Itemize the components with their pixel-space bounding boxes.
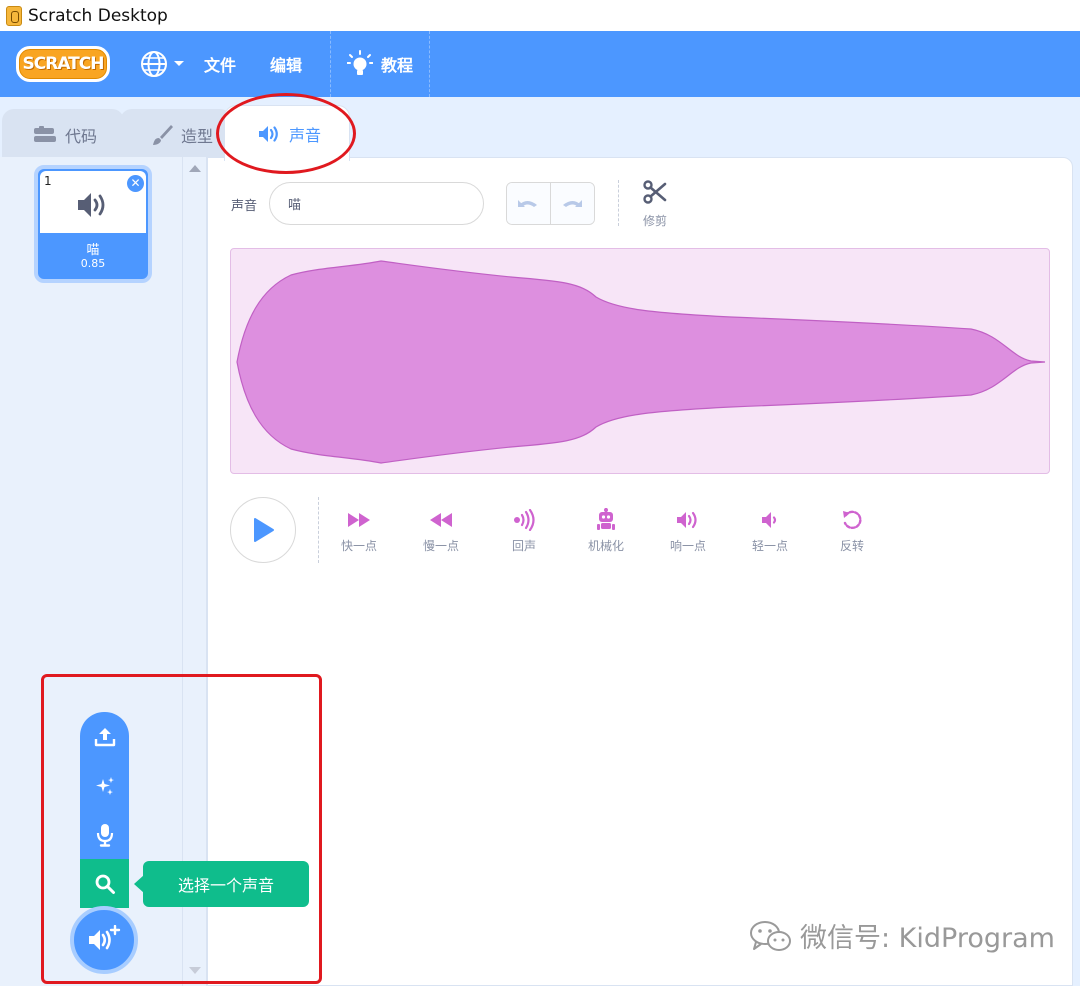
menu-tutorials-label: 教程 — [381, 56, 414, 75]
toolbar-divider — [618, 180, 619, 226]
delete-sound-button[interactable]: ✕ — [127, 175, 144, 192]
menu-bar: SCRATCH 文件 编辑 教程 — [0, 31, 1080, 97]
scroll-down-arrow[interactable] — [189, 967, 201, 974]
faster-icon — [348, 513, 370, 527]
effect-softer-button[interactable]: 轻一点 — [735, 508, 805, 554]
play-button[interactable] — [230, 497, 296, 563]
sound-tile-duration: 0.85 — [80, 257, 106, 270]
sound-waveform[interactable] — [230, 248, 1050, 474]
code-blocks-icon — [34, 125, 56, 142]
menu-divider — [429, 31, 431, 97]
lightbulb-icon — [347, 50, 374, 75]
effect-louder-label: 响一点 — [669, 539, 706, 553]
effect-robot-label: 机械化 — [587, 539, 624, 553]
chevron-down-icon — [174, 61, 184, 66]
tab-sounds[interactable]: 声音 — [224, 105, 350, 161]
menu-file[interactable]: 文件 — [204, 52, 236, 76]
upload-icon — [94, 727, 115, 746]
softer-icon — [762, 512, 777, 528]
tab-costumes-label: 造型 — [181, 126, 214, 146]
effect-echo-button[interactable]: 回声 — [489, 508, 559, 554]
effect-echo-label: 回声 — [511, 539, 536, 553]
sound-tile-thumbnail: 1 ✕ — [40, 171, 146, 233]
menu-edit[interactable]: 编辑 — [270, 52, 302, 76]
menu-tutorials[interactable]: 教程 — [331, 50, 429, 78]
tab-sounds-label: 声音 — [289, 125, 322, 145]
effect-louder-button[interactable]: 响一点 — [653, 508, 723, 554]
undo-icon — [518, 199, 538, 207]
effect-robot-button[interactable]: 机械化 — [571, 508, 641, 554]
effect-slower-label: 慢一点 — [422, 539, 459, 553]
sound-name-label: 声音 — [231, 199, 258, 214]
scissors-icon — [643, 180, 667, 204]
echo-icon — [514, 509, 535, 531]
add-sound-menu — [80, 712, 129, 908]
tab-code-label: 代码 — [65, 126, 98, 146]
undo-button[interactable] — [507, 183, 551, 224]
undo-redo-group — [506, 182, 595, 225]
wechat-icon — [750, 920, 791, 951]
wechat-watermark: 微信号: KidProgram — [748, 916, 1055, 955]
add-sound-button[interactable] — [70, 906, 138, 974]
reverse-icon — [843, 510, 862, 530]
redo-button[interactable] — [550, 183, 594, 224]
microphone-icon — [96, 823, 113, 847]
robot-icon — [597, 508, 615, 530]
trim-label: 修剪 — [642, 214, 667, 228]
sound-tile-name: 喵 — [86, 243, 100, 258]
trim-button[interactable]: 修剪 — [636, 180, 674, 229]
search-icon — [95, 874, 115, 894]
globe-icon — [141, 51, 167, 77]
add-sound-icon — [89, 925, 121, 950]
close-icon: ✕ — [130, 176, 141, 190]
sound-name-input[interactable] — [269, 182, 484, 225]
effect-slower-button[interactable]: 慢一点 — [406, 508, 476, 554]
effect-reverse-label: 反转 — [839, 539, 864, 553]
scroll-up-arrow[interactable] — [189, 165, 201, 172]
choose-sound-button[interactable] — [80, 859, 129, 908]
window-title: Scratch Desktop — [28, 5, 168, 26]
brush-icon — [153, 124, 173, 145]
effects-divider — [318, 497, 319, 563]
surprise-sound-button[interactable] — [80, 761, 129, 810]
record-sound-button[interactable] — [80, 810, 129, 859]
scratch-app-icon — [6, 5, 22, 26]
slower-icon — [430, 513, 452, 527]
effect-faster-label: 快一点 — [340, 539, 377, 553]
window-titlebar: Scratch Desktop — [0, 0, 1080, 31]
sound-tile[interactable]: 1 ✕ 喵 0.85 — [34, 165, 152, 283]
effect-reverse-button[interactable]: 反转 — [817, 508, 887, 554]
logo-text: SCRATCH — [22, 54, 105, 74]
language-menu[interactable] — [140, 50, 186, 78]
choose-sound-tooltip: 选择一个声音 — [134, 861, 309, 907]
redo-icon — [563, 199, 583, 207]
upload-sound-button[interactable] — [80, 712, 129, 761]
effect-faster-button[interactable]: 快一点 — [324, 508, 394, 554]
waveform-shape — [236, 260, 1046, 464]
watermark-text: 微信号: KidProgram — [800, 923, 1055, 954]
speaker-icon — [78, 193, 105, 217]
scratch-logo[interactable]: SCRATCH — [16, 46, 110, 82]
louder-icon — [677, 511, 697, 529]
speaker-icon — [259, 125, 278, 142]
play-icon — [254, 518, 274, 542]
effect-softer-label: 轻一点 — [751, 539, 788, 553]
tab-code[interactable]: 代码 — [2, 109, 124, 159]
surprise-icon — [95, 776, 114, 795]
tab-costumes[interactable]: 造型 — [120, 109, 232, 159]
sound-tile-index: 1 — [44, 174, 52, 188]
